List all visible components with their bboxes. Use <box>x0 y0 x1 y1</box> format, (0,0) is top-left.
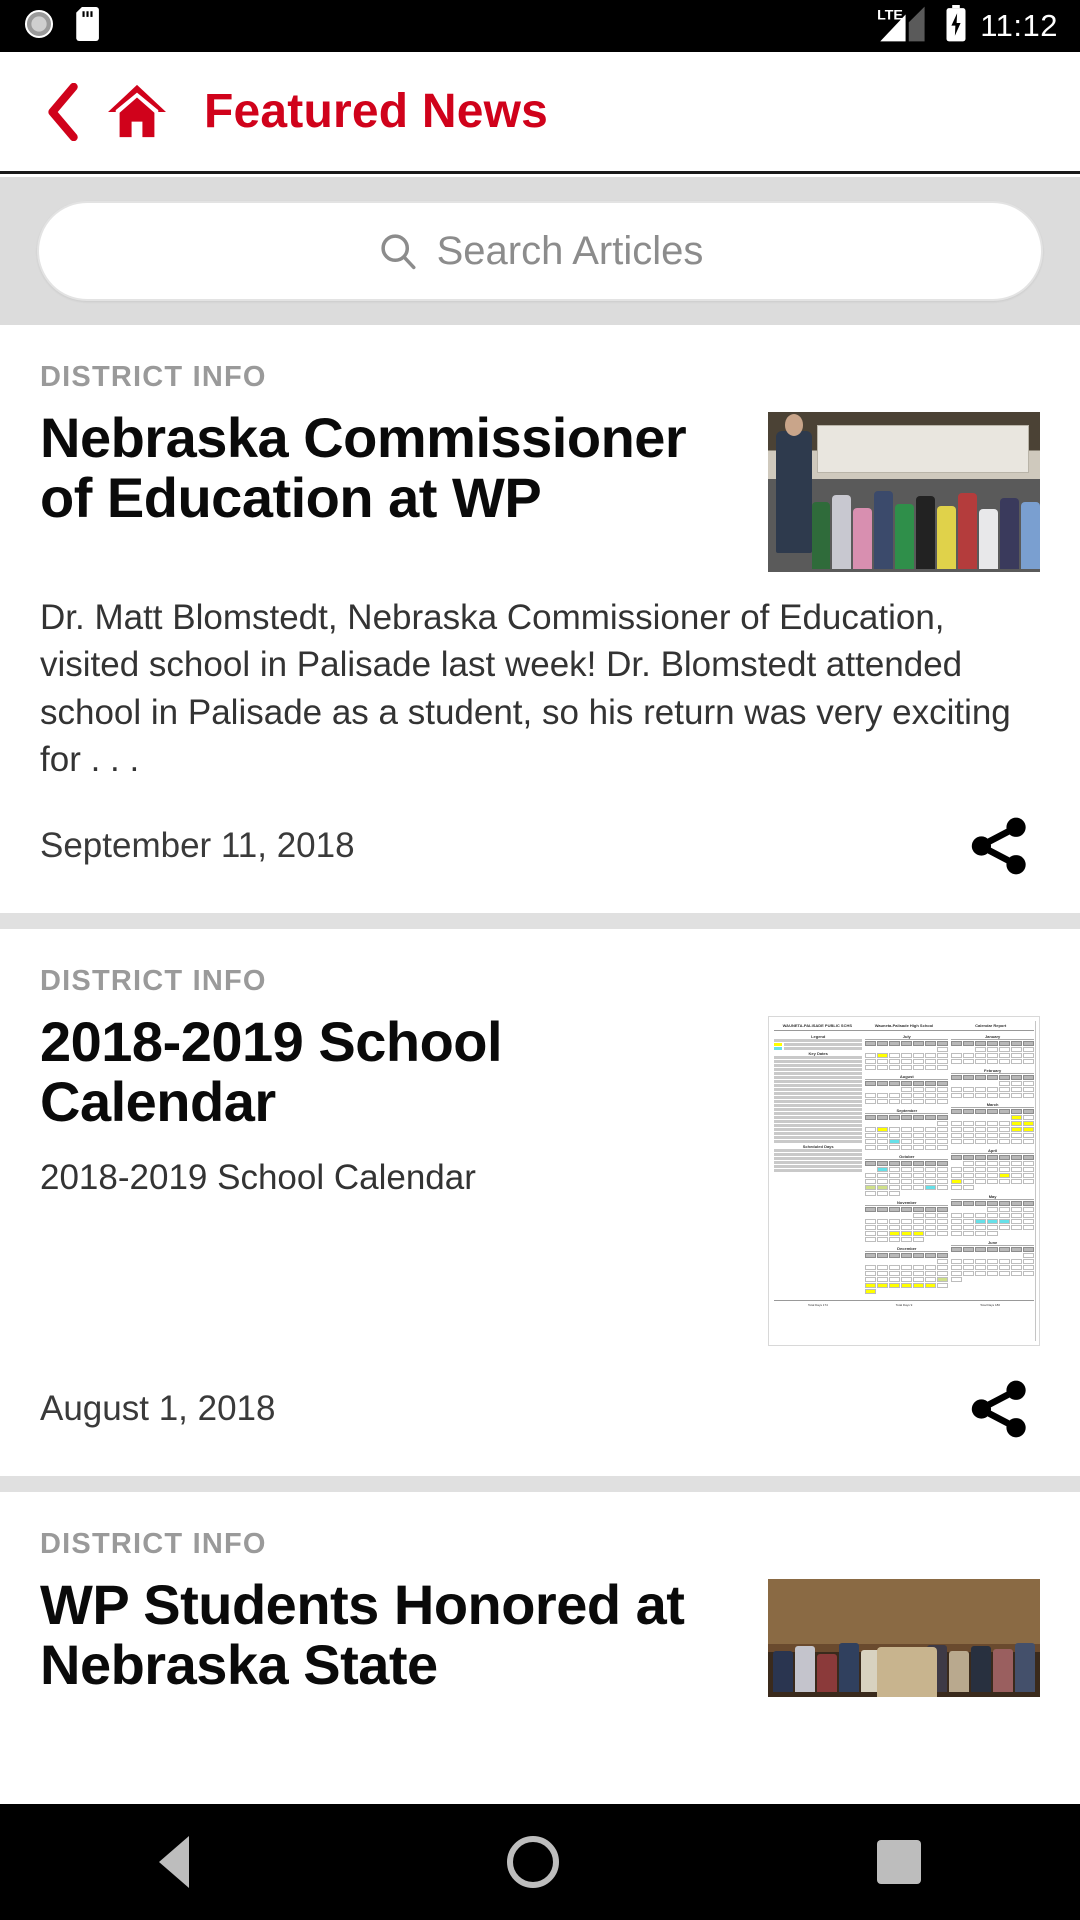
search-placeholder: Search Articles <box>436 228 704 273</box>
page-title: Featured News <box>204 85 549 138</box>
android-nav-bar <box>0 1804 1080 1920</box>
article-category: DISTRICT INFO <box>40 1528 267 1560</box>
search-input[interactable]: Search Articles <box>37 201 1043 301</box>
calendar-legend: Legend Key Dates Scheduled Days <box>774 1034 863 1298</box>
list-item[interactable]: DISTRICT INFO Nebraska Commissioner of E… <box>0 325 1080 913</box>
alarm-clock-icon <box>22 7 56 46</box>
article-category: DISTRICT INFO <box>40 361 267 393</box>
calendar-month: March <box>951 1102 1035 1109</box>
calendar-month: June <box>951 1240 1035 1247</box>
article-list[interactable]: DISTRICT INFO Nebraska Commissioner of E… <box>0 325 1080 1760</box>
article-headline: 2018-2019 School Calendar <box>40 1010 503 1133</box>
calendar-title: WAUNETA-PALISADE PUBLIC SCHS Wauneta-Pal… <box>774 1023 1034 1032</box>
calendar-month: February <box>951 1068 1035 1075</box>
calendar-footer: Total Days 174 Total Days 9 Total Days 1… <box>774 1300 1034 1307</box>
calendar-month: May <box>951 1194 1035 1201</box>
calendar-month: October <box>865 1154 949 1161</box>
calendar-month: December <box>865 1246 949 1253</box>
article-headline: Nebraska Commissioner of Education at WP <box>40 406 687 529</box>
calendar-footer-item: Total Days 180 <box>980 1303 1001 1308</box>
calendar-column-left: July August September October November D… <box>865 1034 949 1298</box>
calendar-title-center: Wauneta-Palisade High School <box>874 1023 934 1028</box>
nav-home-icon[interactable] <box>507 1836 559 1888</box>
list-separator <box>0 1476 1080 1492</box>
calendar-rule <box>1035 1021 1036 1341</box>
nav-recents-icon[interactable] <box>877 1840 921 1884</box>
calendar-title-right: Calendar Report <box>975 1023 1007 1028</box>
app-screen: LTE 11:12 Featured News Search Articles … <box>0 0 1080 1920</box>
share-icon[interactable] <box>966 1376 1032 1442</box>
calendar-footer-item: Total Days 174 <box>807 1303 828 1308</box>
article-headline: WP Students Honored at Nebraska State <box>40 1573 685 1696</box>
lte-signal-icon: LTE <box>876 5 932 48</box>
list-item[interactable]: DISTRICT INFO 2018-2019 School Calendar … <box>0 929 1080 1476</box>
article-meta: September 11, 2018 <box>40 783 1040 913</box>
app-header: Featured News <box>0 52 1080 174</box>
article-thumbnail: WAUNETA-PALISADE PUBLIC SCHS Wauneta-Pal… <box>768 1016 1040 1346</box>
calendar-month: April <box>951 1148 1035 1155</box>
article-thumbnail <box>768 1579 1040 1697</box>
calendar-month: July <box>865 1034 949 1041</box>
calendar-title-left: WAUNETA-PALISADE PUBLIC SCHS <box>782 1023 853 1028</box>
search-icon <box>377 230 419 272</box>
home-icon[interactable] <box>106 83 168 141</box>
chevron-left-icon[interactable] <box>44 82 84 141</box>
calendar-month: August <box>865 1074 949 1081</box>
status-bar-clock: 11:12 <box>980 8 1058 43</box>
calendar-column-right: January February March April May June <box>951 1034 1035 1298</box>
calendar-month: November <box>865 1200 949 1207</box>
calendar-month: January <box>951 1034 1035 1041</box>
article-date: August 1, 2018 <box>40 1389 276 1428</box>
article-summary: 2018-2019 School Calendar <box>40 1157 476 1197</box>
sd-card-icon <box>76 6 102 46</box>
classroom-group-photo <box>768 412 1040 572</box>
article-thumbnail <box>768 412 1040 572</box>
svg-text:LTE: LTE <box>877 7 903 23</box>
list-item[interactable]: DISTRICT INFO WP Students Honored at Neb… <box>0 1492 1080 1697</box>
capitol-group-photo <box>768 1579 1040 1697</box>
article-meta: August 1, 2018 <box>40 1346 1040 1476</box>
status-bar-left-icons <box>22 6 102 46</box>
article-category: DISTRICT INFO <box>40 965 267 997</box>
nav-back-icon[interactable] <box>159 1836 189 1888</box>
article-summary: Dr. Matt Blomstedt, Nebraska Commissione… <box>40 598 1011 779</box>
status-bar: LTE 11:12 <box>0 0 1080 52</box>
calendar-month: September <box>865 1108 949 1115</box>
share-icon[interactable] <box>966 813 1032 879</box>
article-date: September 11, 2018 <box>40 826 355 865</box>
battery-charging-icon <box>944 4 968 48</box>
calendar-footer-item: Total Days 9 <box>895 1303 913 1308</box>
status-bar-right-icons: LTE 11:12 <box>876 4 1058 48</box>
list-separator <box>0 913 1080 929</box>
search-section: Search Articles <box>0 177 1080 325</box>
